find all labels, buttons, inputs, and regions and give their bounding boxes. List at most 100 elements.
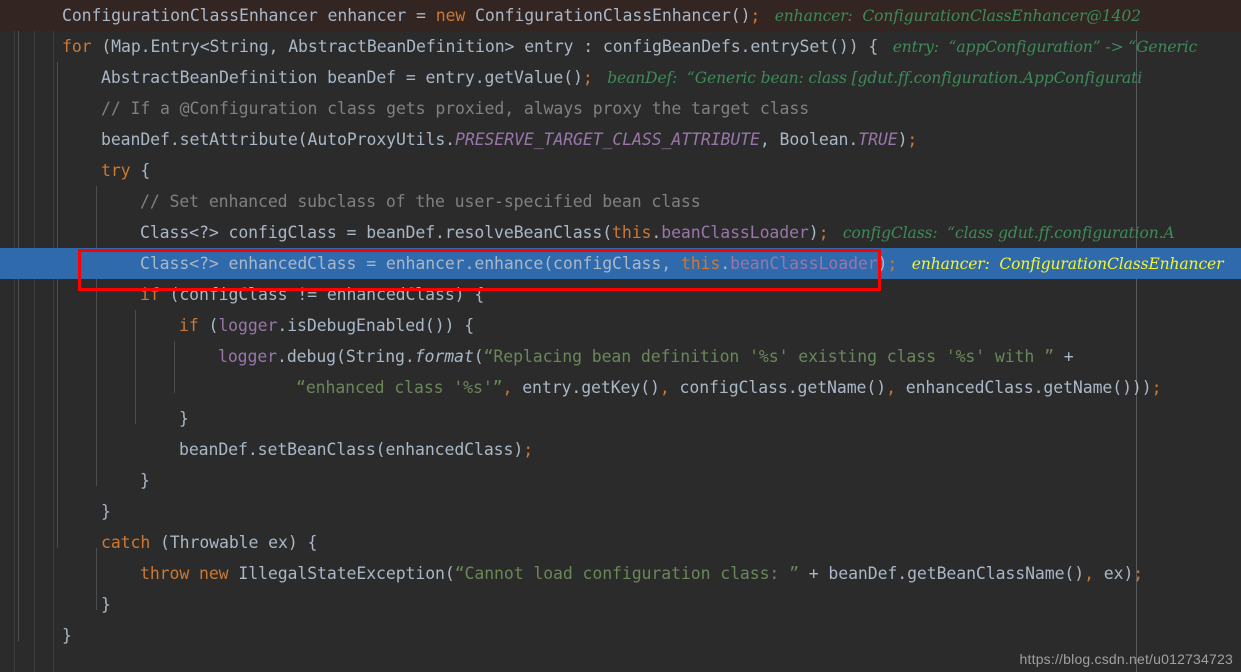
code-token: new [435, 6, 466, 25]
code-token: + [1053, 347, 1074, 366]
code-line[interactable]: if (configClass != enhancedClass) { [0, 279, 1241, 310]
code-token: ; [582, 68, 593, 87]
watermark-url: https://blog.csdn.net/u012734723 [1019, 651, 1233, 667]
code-token: .isDebugEnabled()) [277, 316, 465, 335]
inline-debugger-hint[interactable]: enhancer: ConfigurationClassEnhancer@140… [760, 7, 1141, 25]
code-token: = [416, 6, 436, 25]
code-token: } [62, 626, 72, 645]
code-line[interactable]: Class<?> enhancedClass = enhancer.enhanc… [0, 248, 1241, 279]
code-line[interactable]: ConfigurationClassEnhancer enhancer = ne… [0, 0, 1241, 31]
code-token: , [659, 378, 670, 397]
code-token: beanDef.setBeanClass(enhancedClass) [179, 440, 524, 459]
code-token: entry.getKey() [512, 378, 660, 397]
code-token: AbstractBeanDefinition beanDef [101, 68, 406, 87]
code-token: (Map.Entry<String, AbstractBeanDefinitio… [91, 37, 869, 56]
code-token: logger [218, 347, 278, 366]
code-token: , [886, 378, 896, 397]
code-token: ; [523, 440, 534, 459]
code-token: } [140, 471, 150, 490]
code-token: // Set enhanced subclass of the user-spe… [140, 192, 701, 211]
code-token: enhancer.enhance(configClass, [385, 254, 681, 273]
code-token: = [346, 223, 367, 242]
code-token: + [798, 564, 819, 583]
inline-debugger-hint[interactable]: configClass: “class gdut.ff.configuratio… [828, 224, 1175, 242]
code-line[interactable]: // If a @Configuration class gets proxie… [0, 93, 1241, 124]
code-token: ConfigurationClassEnhancer [62, 6, 318, 25]
code-line[interactable]: Class<?> configClass = beanDef.resolveBe… [0, 217, 1241, 248]
code-token: beanDef.setAttribute(AutoProxyUtils. [101, 130, 456, 149]
code-token: new [199, 564, 229, 583]
code-token: enhancedClass.getName())) [895, 378, 1152, 397]
code-token: } [101, 502, 111, 521]
code-token: logger [218, 316, 278, 335]
code-token: beanClassLoader [661, 223, 809, 242]
code-token: ; [1151, 378, 1162, 397]
code-token: , [502, 378, 513, 397]
code-line[interactable]: AbstractBeanDefinition beanDef = entry.g… [0, 62, 1241, 93]
code-line[interactable]: } [0, 465, 1241, 496]
code-line[interactable]: logger.debug(String.format(“Replacing be… [0, 341, 1241, 372]
code-token: entry.getValue() [425, 68, 583, 87]
code-token: ex) [1093, 564, 1134, 583]
code-token: this [612, 223, 652, 242]
code-line[interactable]: “enhanced class '%s'”, entry.getKey(), c… [0, 372, 1241, 403]
code-token: { [307, 533, 318, 552]
code-token: IllegalStateException( [228, 564, 455, 583]
code-token: { [868, 37, 879, 56]
code-token: ) [877, 254, 888, 273]
code-token: beanDef.getBeanClassName() [818, 564, 1085, 583]
code-token: ; [750, 6, 761, 25]
code-token: ; [907, 130, 918, 149]
code-token: ( [198, 316, 219, 335]
code-token: { [464, 316, 475, 335]
code-token: . [651, 223, 662, 242]
code-line[interactable]: for (Map.Entry<String, AbstractBeanDefin… [0, 31, 1241, 62]
code-token: (Throwable ex) [150, 533, 308, 552]
code-line[interactable]: try { [0, 155, 1241, 186]
code-line[interactable]: beanDef.setAttribute(AutoProxyUtils.PRES… [0, 124, 1241, 155]
code-token: } [179, 409, 189, 428]
code-token: TRUE [858, 130, 898, 149]
code-token: Class<?> enhancedClass [140, 254, 367, 273]
code-token: Class<?> configClass [140, 223, 347, 242]
code-token: catch [101, 533, 151, 552]
code-token: .debug(String. [277, 347, 415, 366]
inline-debugger-hint[interactable]: beanDef: “Generic bean: class [gdut.ff.c… [593, 69, 1142, 87]
code-token: . [720, 254, 731, 273]
code-token: enhancer [317, 6, 417, 25]
code-line[interactable]: if (logger.isDebugEnabled()) { [0, 310, 1241, 341]
code-line[interactable]: catch (Throwable ex) { [0, 527, 1241, 558]
code-editor[interactable]: ConfigurationClassEnhancer enhancer = ne… [0, 0, 1241, 672]
code-token: ) [808, 223, 819, 242]
code-line[interactable]: beanDef.setBeanClass(enhancedClass); [0, 434, 1241, 465]
code-token: beanDef.resolveBeanClass( [366, 223, 613, 242]
code-token: format [414, 347, 474, 366]
code-line[interactable]: } [0, 403, 1241, 434]
code-line[interactable]: } [0, 589, 1241, 620]
code-token: { [130, 161, 151, 180]
code-token: “Cannot load configuration class: ” [454, 564, 799, 583]
code-token: this [680, 254, 721, 273]
code-token: configClass.getName() [669, 378, 887, 397]
code-token: } [101, 595, 111, 614]
code-token: throw [140, 564, 190, 583]
inline-debugger-hint[interactable]: enhancer: ConfigurationClassEnhancer [897, 255, 1224, 273]
code-token: “Replacing bean definition '%s' existing… [483, 347, 1054, 366]
code-token: PRESERVE_TARGET_CLASS_ATTRIBUTE [455, 130, 760, 149]
code-line[interactable]: throw new IllegalStateException(“Cannot … [0, 558, 1241, 589]
code-token: (configClass != enhancedClass) [159, 285, 475, 304]
code-token: if [179, 316, 199, 335]
code-token: ; [818, 223, 829, 242]
code-token: beanClassLoader [730, 254, 878, 273]
code-token: “enhanced class '%s'” [296, 378, 503, 397]
code-token: ) [897, 130, 908, 149]
code-token: try [101, 161, 131, 180]
code-line[interactable]: // Set enhanced subclass of the user-spe… [0, 186, 1241, 217]
code-line[interactable]: } [0, 496, 1241, 527]
code-line[interactable]: } [0, 620, 1241, 651]
code-token: { [474, 285, 485, 304]
code-token: if [140, 285, 160, 304]
code-token: , Boolean. [759, 130, 859, 149]
inline-debugger-hint[interactable]: entry: “appConfiguration” -> “Generic [878, 38, 1198, 56]
